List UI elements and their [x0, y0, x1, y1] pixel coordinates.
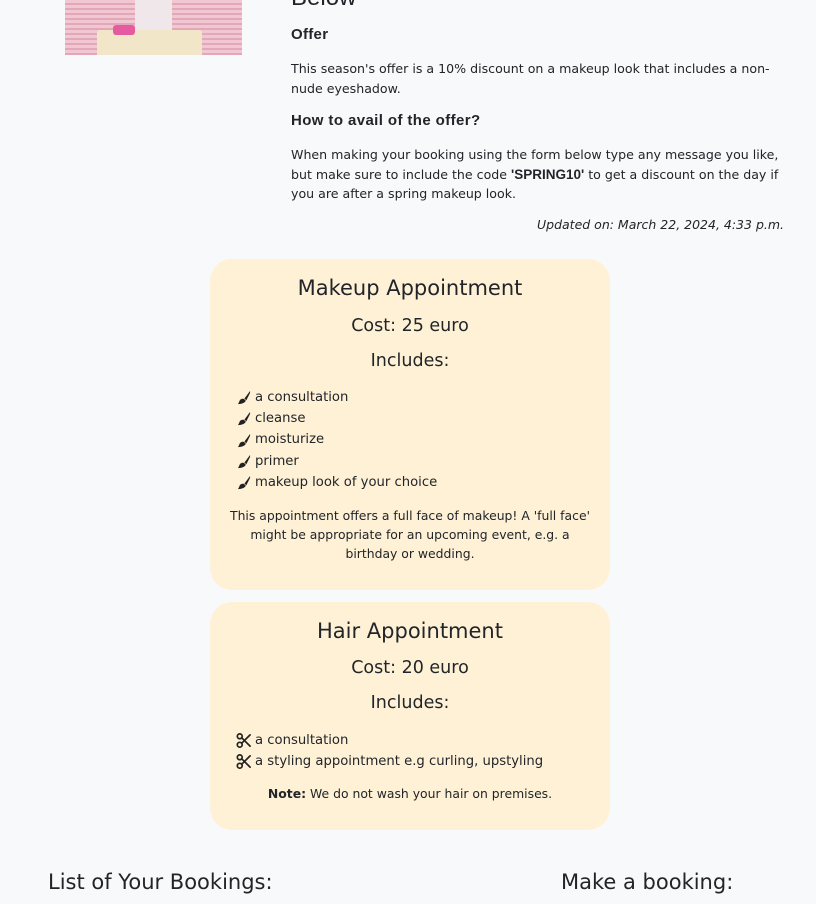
list-item-label: primer: [255, 453, 299, 469]
note-label: Note:: [267, 786, 307, 801]
makeup-appointment-card: Makeup Appointment Cost: 25 euro Include…: [210, 259, 610, 590]
list-item: moisturize: [236, 429, 437, 450]
makeup-includes-list: a consultation cleanse moisturize primer…: [236, 387, 437, 493]
makeup-brush-icon: [237, 475, 251, 489]
list-item-label: a styling appointment e.g curling, upsty…: [255, 754, 544, 770]
treatment-pillow: [113, 25, 135, 35]
hair-card-includes-heading: Includes:: [370, 693, 450, 713]
updated-timestamp: Updated on: March 22, 2024, 4:33 p.m.: [537, 217, 784, 232]
list-item: primer: [236, 451, 437, 472]
hair-card-note: Note: We do not wash your hair on premis…: [210, 786, 610, 801]
avail-offer-heading: How to avail of the offer?: [291, 112, 481, 129]
makeup-brush-icon: [237, 454, 251, 468]
list-item-label: a consultation: [255, 733, 349, 748]
offer-heading: Offer: [291, 26, 329, 43]
note-text: We do not wash your hair on premises.: [306, 786, 553, 801]
hair-includes-list: a consultation a styling appointment e.g…: [236, 730, 543, 772]
scissors-icon: [236, 754, 251, 770]
list-item-label: a consultation: [255, 390, 349, 405]
salon-room-photo: [65, 0, 242, 55]
makeup-brush-icon: [237, 433, 251, 447]
list-item-label: cleanse: [255, 411, 306, 427]
makeup-card-title: Makeup Appointment: [297, 276, 523, 300]
makeup-brush-icon: [237, 391, 251, 405]
list-item: a styling appointment e.g curling, upsty…: [236, 751, 543, 772]
list-item-label: moisturize: [255, 432, 325, 448]
scissors-icon: [236, 733, 251, 749]
offer-code: 'SPRING10': [511, 166, 585, 182]
list-item: cleanse: [236, 408, 437, 429]
list-item: a consultation: [236, 387, 437, 408]
hair-card-cost: Cost: 20 euro: [351, 658, 469, 678]
photo-wall: [135, 0, 172, 30]
list-item-label: makeup look of your choice: [255, 474, 438, 490]
list-item: a consultation: [236, 730, 543, 751]
section-heading-truncated: Below: [291, 0, 356, 12]
bookings-list-heading: List of Your Bookings:: [48, 870, 273, 894]
make-booking-heading: Make a booking:: [561, 870, 734, 894]
avail-offer-text: When making your booking using the form …: [291, 145, 791, 204]
offer-text: This season's offer is a 10% discount on…: [291, 61, 770, 96]
hair-appointment-card: Hair Appointment Cost: 20 euro Includes:…: [210, 602, 610, 830]
makeup-brush-icon: [237, 412, 251, 426]
makeup-card-cost: Cost: 25 euro: [351, 316, 469, 336]
hair-card-title: Hair Appointment: [317, 619, 503, 643]
list-item: makeup look of your choice: [236, 472, 437, 493]
makeup-card-includes-heading: Includes:: [370, 351, 450, 371]
makeup-card-description: This appointment offers a full face of m…: [230, 508, 590, 561]
